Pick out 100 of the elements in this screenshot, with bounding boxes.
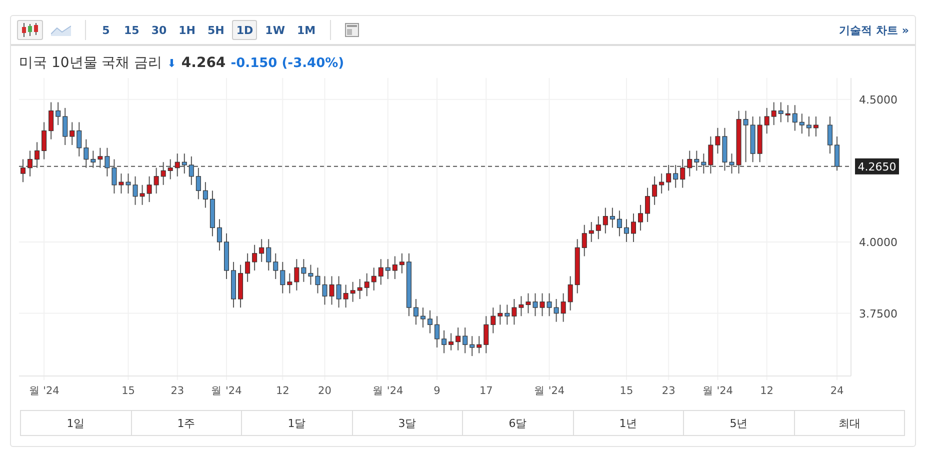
- candlestick: [512, 298, 517, 326]
- candlestick: [266, 238, 272, 271]
- candlestick: [84, 138, 89, 168]
- candlestick: [182, 153, 187, 174]
- candlestick-chart-button[interactable]: [17, 20, 43, 40]
- candlestick: [813, 116, 818, 137]
- technical-chart-link[interactable]: 기술적 차트 »: [839, 22, 909, 38]
- candlestick: [526, 292, 531, 314]
- candlestick: [616, 210, 622, 237]
- x-axis-label: 월 '24: [372, 385, 404, 397]
- x-axis-label: 월 '24: [702, 385, 733, 397]
- candlestick: [350, 281, 356, 302]
- candlestick: [540, 292, 545, 317]
- candlestick: [701, 153, 706, 174]
- candlestick: [322, 276, 328, 306]
- candlestick: [104, 147, 110, 177]
- candlestick: [624, 218, 629, 242]
- candlestick: [216, 218, 222, 252]
- candlestick: [434, 316, 440, 348]
- candlestick: [56, 102, 61, 126]
- candlestick: [385, 258, 390, 280]
- candlestick: [428, 310, 432, 334]
- candlestick: [638, 204, 644, 232]
- candlestick: [736, 110, 742, 174]
- candlestick: [196, 167, 201, 200]
- candlestick: [90, 150, 96, 168]
- candlestick: [70, 122, 75, 146]
- interval-button[interactable]: 5H: [204, 20, 228, 40]
- candlestick: [596, 216, 601, 240]
- candlestick: [827, 116, 832, 154]
- candlestick: [560, 292, 566, 322]
- candlestick: [602, 207, 608, 234]
- candlestick: [364, 272, 370, 297]
- candlestick: [98, 147, 103, 168]
- candlestick: [834, 136, 840, 172]
- candlestick: [315, 267, 320, 294]
- candlestick: [301, 258, 306, 282]
- candlestick: [413, 298, 418, 326]
- candlestick: [442, 330, 447, 354]
- x-axis-label: 12: [276, 385, 290, 397]
- x-axis-label: 월 '24: [534, 385, 565, 397]
- candlestick: [174, 153, 180, 177]
- x-axis-label: 월 '24: [211, 385, 242, 397]
- candlestick: [764, 107, 770, 134]
- candlestick: [357, 278, 362, 300]
- candlestick: [42, 122, 47, 160]
- candlestick: [631, 212, 636, 242]
- candlestick: [722, 127, 728, 172]
- x-axis-label: 23: [170, 385, 184, 397]
- candlestick: [168, 158, 173, 180]
- candlestick: [750, 116, 756, 163]
- candlestick-icon: [21, 23, 39, 37]
- interval-button[interactable]: 1H: [174, 20, 200, 40]
- interval-button[interactable]: 1M: [292, 20, 320, 40]
- candlestick: [308, 264, 314, 286]
- candlestick: [568, 276, 573, 311]
- price-change: -0.150 (-3.40%): [230, 56, 344, 70]
- interval-button[interactable]: 1D: [232, 20, 258, 40]
- candlestick: [378, 258, 384, 286]
- candlestick: [140, 184, 145, 206]
- candlestick: [532, 292, 538, 317]
- candlestick: [778, 102, 784, 123]
- candlestick: [287, 272, 292, 294]
- candlestick: [456, 327, 461, 351]
- candlestick: [610, 207, 615, 228]
- last-price-tag: 4.2650: [855, 158, 899, 174]
- x-axis-label: 23: [662, 385, 676, 397]
- candlestick: [504, 304, 510, 326]
- candlestick: [806, 116, 812, 137]
- candlestick: [231, 261, 236, 308]
- x-axis-label: 12: [760, 385, 774, 397]
- interval-button[interactable]: 5: [96, 20, 116, 40]
- y-axis-label: 4.5000: [859, 93, 898, 106]
- candlestick: [132, 176, 138, 206]
- candlestick: [399, 252, 404, 274]
- x-axis-label: 20: [318, 385, 332, 397]
- candlestick: [673, 164, 678, 188]
- candlestick: [48, 102, 54, 140]
- candlestick: [20, 158, 26, 183]
- interval-button[interactable]: 1W: [261, 20, 289, 40]
- candlestick: [470, 336, 475, 357]
- candlestick: [518, 296, 524, 317]
- candlestick: [448, 332, 454, 351]
- candlestick: [680, 158, 686, 188]
- candlestick: [546, 292, 552, 317]
- candlestick: [687, 150, 692, 177]
- candlestick: [785, 104, 790, 123]
- candlestick: [729, 153, 734, 174]
- interval-button[interactable]: 15: [120, 20, 144, 40]
- candlestick: [118, 173, 124, 194]
- candlestick: [329, 276, 334, 306]
- x-axis-label: 15: [620, 385, 634, 397]
- candlestick: [420, 307, 426, 328]
- candlestick: [280, 261, 286, 294]
- candlestick: [112, 158, 117, 194]
- candlestick: [62, 107, 68, 146]
- instrument-name: 미국 10년물 국채 금리: [19, 54, 162, 72]
- interval-button[interactable]: 30: [147, 20, 171, 40]
- candlestick: [224, 232, 229, 280]
- candlestick: [238, 264, 244, 308]
